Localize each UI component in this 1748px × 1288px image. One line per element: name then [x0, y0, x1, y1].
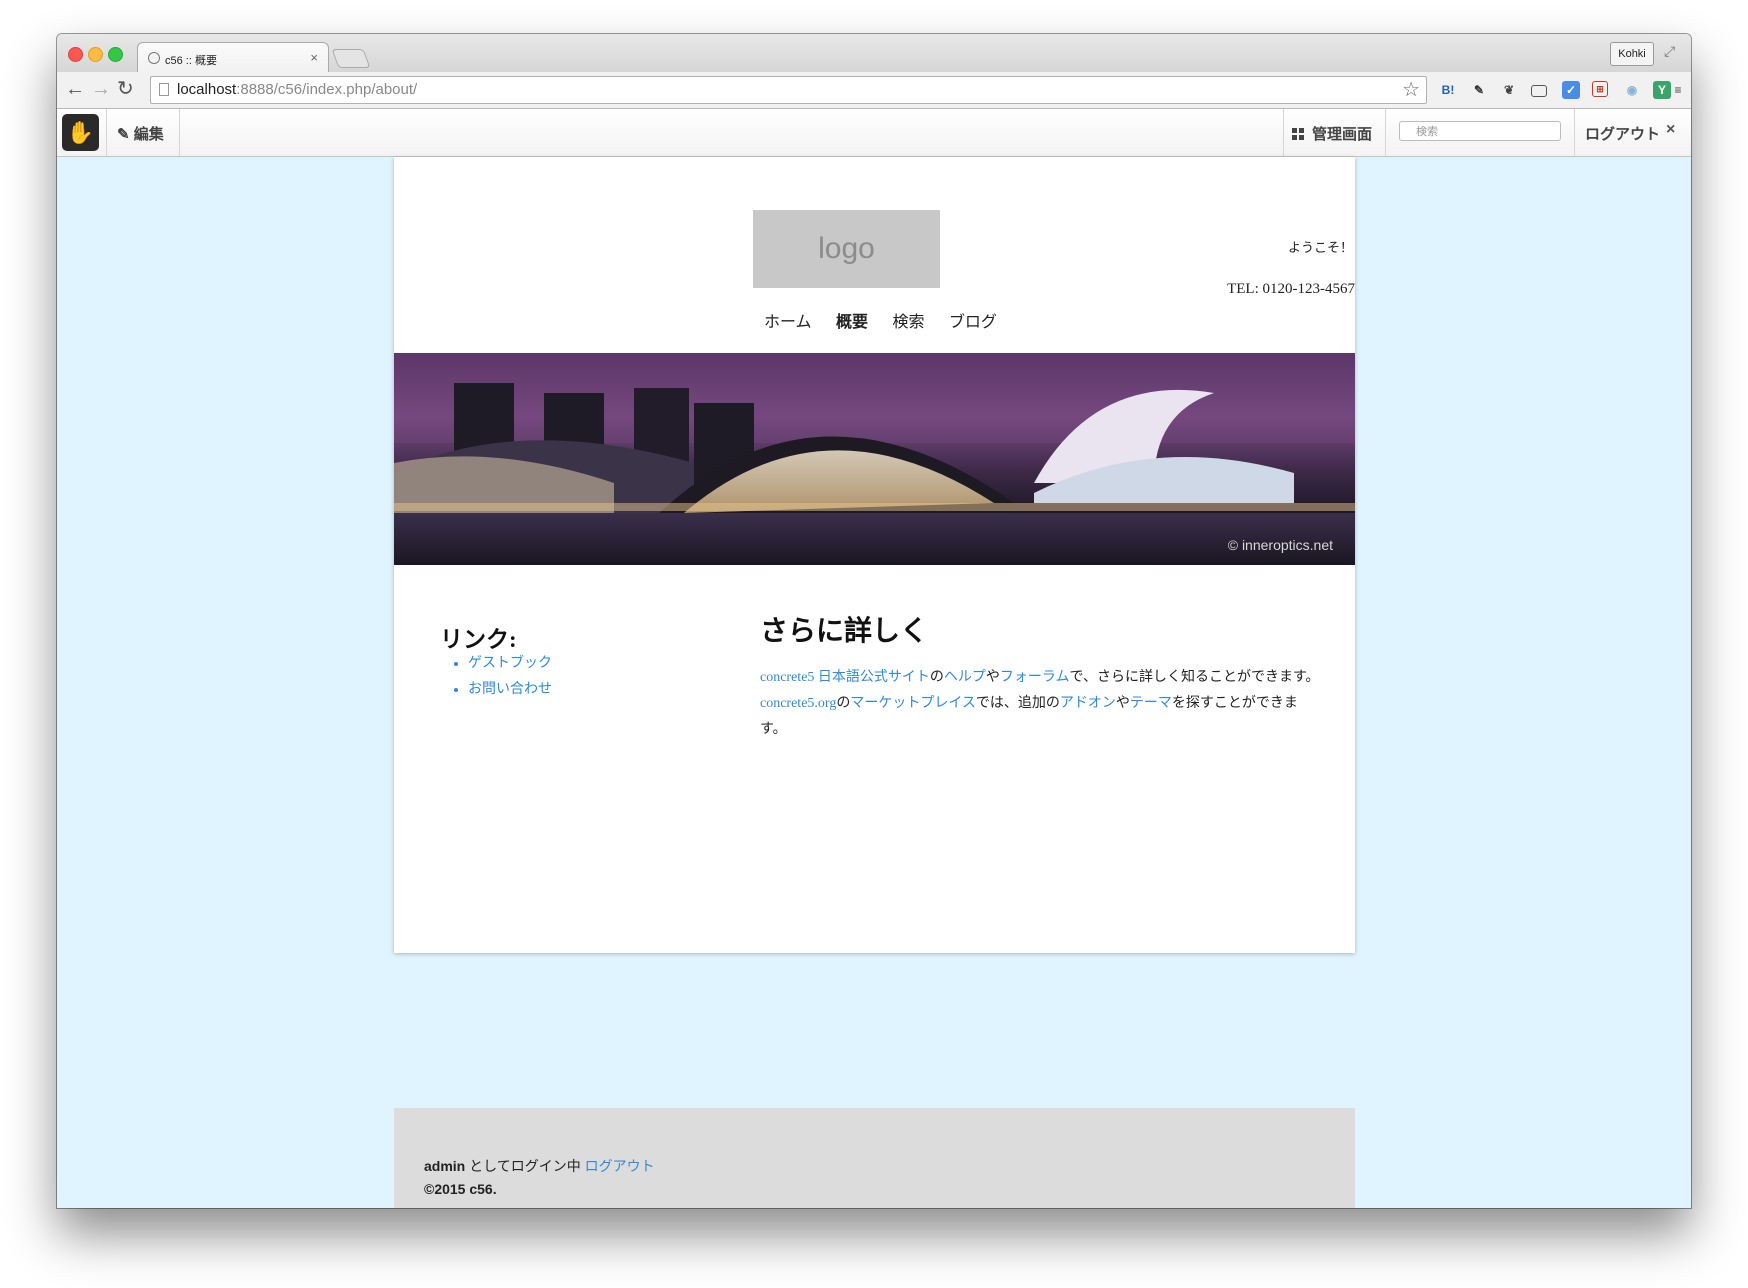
username: admin [424, 1158, 466, 1174]
reload-icon[interactable]: ↻ [117, 77, 134, 101]
login-text: としてログイン中 [465, 1158, 585, 1174]
forward-arrow-icon[interactable]: → [91, 77, 111, 101]
address-bar[interactable]: localhost:8888/c56/index.php/about/ ☆ [150, 76, 1427, 104]
sidebar-link-guestbook[interactable]: ゲストブック [468, 651, 552, 677]
favicon-icon [148, 52, 160, 64]
divider [1385, 109, 1386, 156]
evernote-icon[interactable]: ❦ [1500, 81, 1518, 99]
link-forum[interactable]: フォーラム [1000, 670, 1070, 685]
nav-item-home[interactable]: ホーム [764, 314, 812, 331]
banner-illustration [394, 353, 1355, 565]
grid-icon [1292, 128, 1304, 140]
profile-button[interactable]: Kohki [1610, 42, 1654, 66]
edit-button[interactable]: ✎ 編集 [117, 123, 164, 144]
close-icon[interactable]: × [1666, 121, 1675, 139]
divider [106, 109, 107, 156]
close-window-button[interactable] [68, 47, 83, 62]
text: や [985, 670, 1000, 685]
concrete5-toolbar: ✋ ✎ 編集 管理画面 ⚲ 検索 ログアウト × [57, 109, 1691, 157]
text: の [836, 696, 851, 711]
page-icon [159, 83, 169, 96]
url-text: localhost:8888/c56/index.php/about/ [177, 81, 418, 98]
text: で、さらに詳しく知ることができます。 [1069, 670, 1320, 685]
tab-strip: c56 :: 概要 × Kohki ⤢ [57, 34, 1691, 73]
tab-title: c56 :: 概要 [165, 55, 217, 67]
main-navigation: ホーム 概要 検索 ブログ [764, 308, 1017, 332]
reader-icon[interactable] [1531, 85, 1547, 97]
sidebar-title: リンク: [440, 627, 517, 652]
banner-credit: © inneroptics.net [1227, 537, 1333, 553]
text: の [929, 670, 944, 685]
menu-icon[interactable]: ≡ [1669, 81, 1687, 99]
login-status: admin としてログイン中 ログアウト [424, 1156, 655, 1176]
link-marketplace[interactable]: マーケットプレイス [850, 696, 976, 711]
logout-button[interactable]: ログアウト [1585, 123, 1660, 144]
bookmark-star-icon[interactable]: ☆ [1402, 77, 1420, 103]
site-logo[interactable]: logo [753, 210, 940, 288]
tab-close-icon[interactable]: × [310, 50, 318, 65]
phone-number: TEL: 0120-123-4567 [1227, 281, 1355, 297]
copyright: ©2015 c56. [424, 1181, 497, 1197]
welcome-text: ようこそ！ [1287, 240, 1353, 255]
dashboard-button[interactable]: 管理画面 [1292, 123, 1372, 144]
link-themes[interactable]: テーマ [1130, 696, 1172, 711]
minimize-window-button[interactable] [88, 47, 103, 62]
text: では、追加の [975, 696, 1060, 711]
header-banner-image: © inneroptics.net [394, 353, 1355, 565]
search-input[interactable]: 検索 [1399, 121, 1561, 141]
browser-tab-active[interactable]: c56 :: 概要 × [137, 42, 329, 73]
divider [179, 109, 180, 156]
link-addons[interactable]: アドオン [1060, 696, 1116, 711]
pocket-icon[interactable]: ⊞ [1592, 81, 1608, 97]
footer-logout-link[interactable]: ログアウト [585, 1158, 655, 1174]
page-title: さらに詳しく [760, 616, 929, 647]
camera-icon[interactable]: ◉ [1623, 81, 1641, 99]
back-arrow-icon[interactable]: ← [65, 77, 85, 101]
text: や [1115, 696, 1130, 711]
link-concrete5-org[interactable]: concrete5.org [760, 696, 836, 711]
sidebar-link-list: ゲストブック お問い合わせ [440, 651, 552, 703]
link-concrete5-japan[interactable]: concrete5 日本語公式サイト [760, 670, 930, 685]
page-container: logo ようこそ！ TEL: 0120-123-4567 ホーム 概要 検索 … [394, 157, 1355, 953]
divider [1574, 109, 1575, 156]
divider [1283, 109, 1284, 156]
eyedropper-icon[interactable]: ✎ [1470, 81, 1488, 99]
link-help[interactable]: ヘルプ [944, 670, 986, 685]
zoom-window-button[interactable] [108, 47, 123, 62]
sidebar-link-contact[interactable]: お問い合わせ [468, 677, 552, 703]
pencil-icon: ✎ [117, 126, 134, 143]
edit-label: 編集 [133, 126, 164, 143]
nav-item-about[interactable]: 概要 [836, 314, 868, 331]
hatena-bookmark-icon[interactable]: B! [1439, 81, 1457, 99]
dashboard-label: 管理画面 [1312, 126, 1373, 143]
new-tab-button[interactable] [331, 49, 371, 68]
browser-toolbar: ← → ↻ localhost:8888/c56/index.php/about… [57, 72, 1691, 109]
nav-item-blog[interactable]: ブログ [949, 314, 997, 331]
nav-item-search[interactable]: 検索 [892, 314, 924, 331]
checkmark-extension-icon[interactable]: ✓ [1562, 81, 1580, 99]
browser-window: c56 :: 概要 × Kohki ⤢ ← → ↻ localhost:8888… [57, 34, 1691, 1208]
site-footer: admin としてログイン中 ログアウト ©2015 c56. [394, 1108, 1355, 1208]
main-paragraph: concrete5 日本語公式サイトのヘルプやフォーラムで、さらに詳しく知ること… [760, 665, 1320, 743]
fullscreen-icon[interactable]: ⤢ [1664, 43, 1675, 60]
concrete5-logo-icon[interactable]: ✋ [62, 114, 99, 151]
